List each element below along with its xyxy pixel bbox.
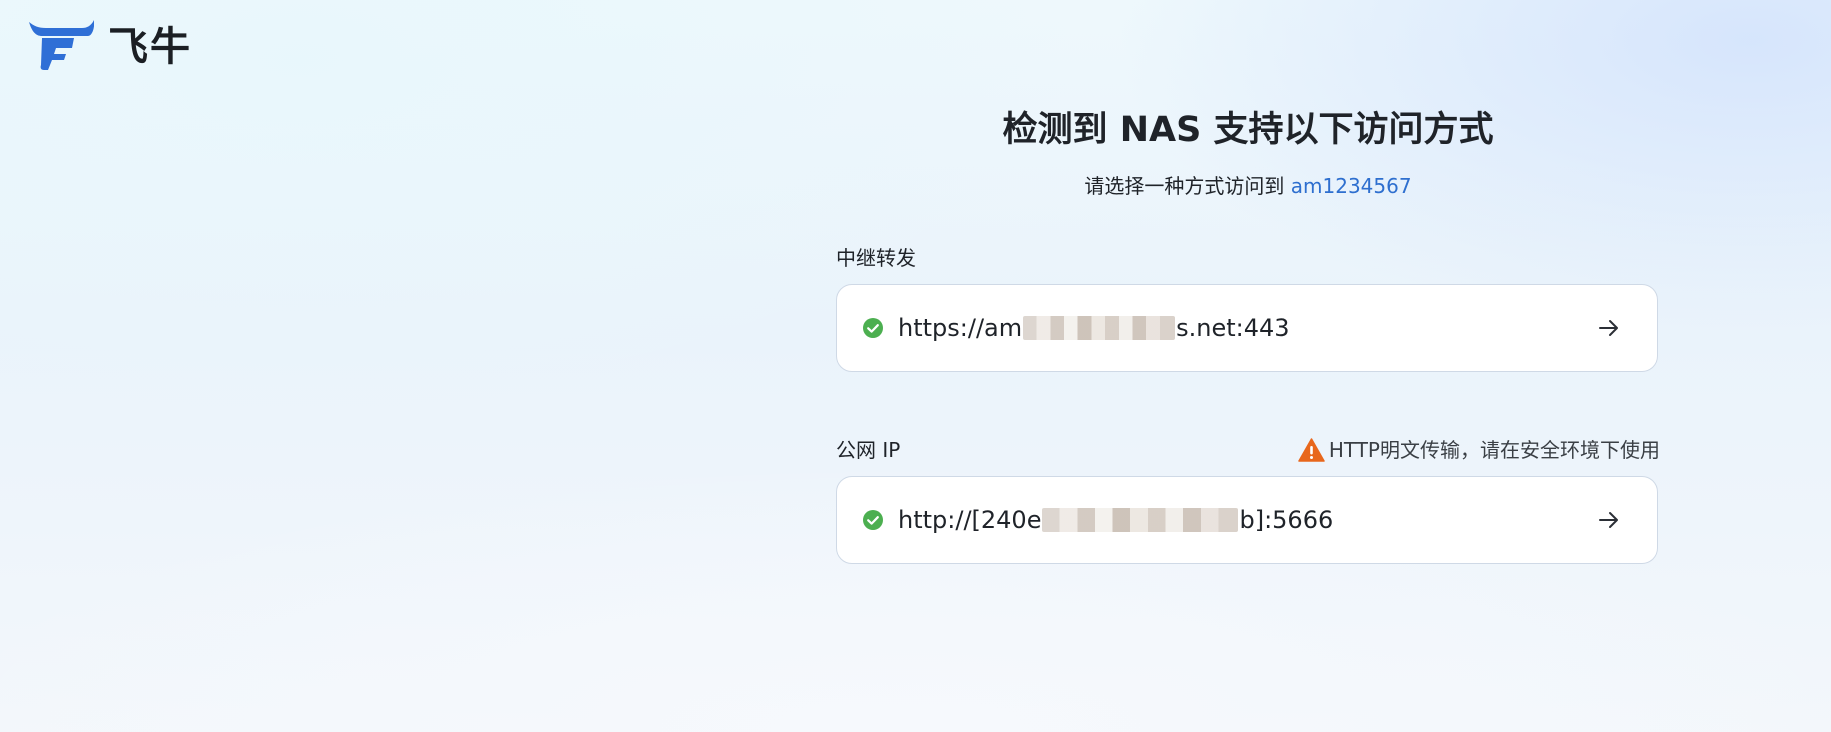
- brand-logo: 飞牛: [26, 18, 192, 72]
- http-warning-text: HTTP明文传输，请在安全环境下使用: [1328, 438, 1660, 462]
- arrow-right-icon[interactable]: [1597, 316, 1621, 340]
- device-name: am1234567: [1290, 174, 1412, 198]
- warning-triangle-icon: [1298, 438, 1325, 462]
- subtitle-prefix: 请选择一种方式访问到: [1084, 174, 1285, 198]
- public-ip-url-end: b]:5666: [1239, 506, 1334, 534]
- http-warning: HTTP明文传输，请在安全环境下使用: [1298, 436, 1660, 464]
- redacted-segment: [1023, 316, 1176, 340]
- public-ip-url: http://[240e b]:5666: [898, 506, 1333, 534]
- arrow-right-icon[interactable]: [1597, 508, 1621, 532]
- public-ip-url-card[interactable]: http://[240e b]:5666: [836, 476, 1658, 564]
- relay-section-label: 中继转发: [836, 246, 916, 270]
- check-circle-icon: [863, 318, 883, 338]
- brand-name: 飞牛: [108, 24, 192, 70]
- check-circle-icon: [863, 510, 883, 530]
- relay-url-card[interactable]: https://am s.net:443: [836, 284, 1658, 372]
- redacted-segment: [1042, 508, 1239, 532]
- relay-url: https://am s.net:443: [898, 314, 1290, 342]
- relay-url-end: s.net:443: [1176, 314, 1290, 342]
- page-subtitle: 请选择一种方式访问到 am1234567: [836, 172, 1660, 200]
- public-ip-url-start: http://[240e: [898, 506, 1042, 534]
- page-title: 检测到 NAS 支持以下访问方式: [1002, 110, 1494, 150]
- public-ip-section-label: 公网 IP: [836, 438, 901, 462]
- relay-url-start: https://am: [898, 314, 1023, 342]
- feiniu-logo-icon: [29, 20, 94, 70]
